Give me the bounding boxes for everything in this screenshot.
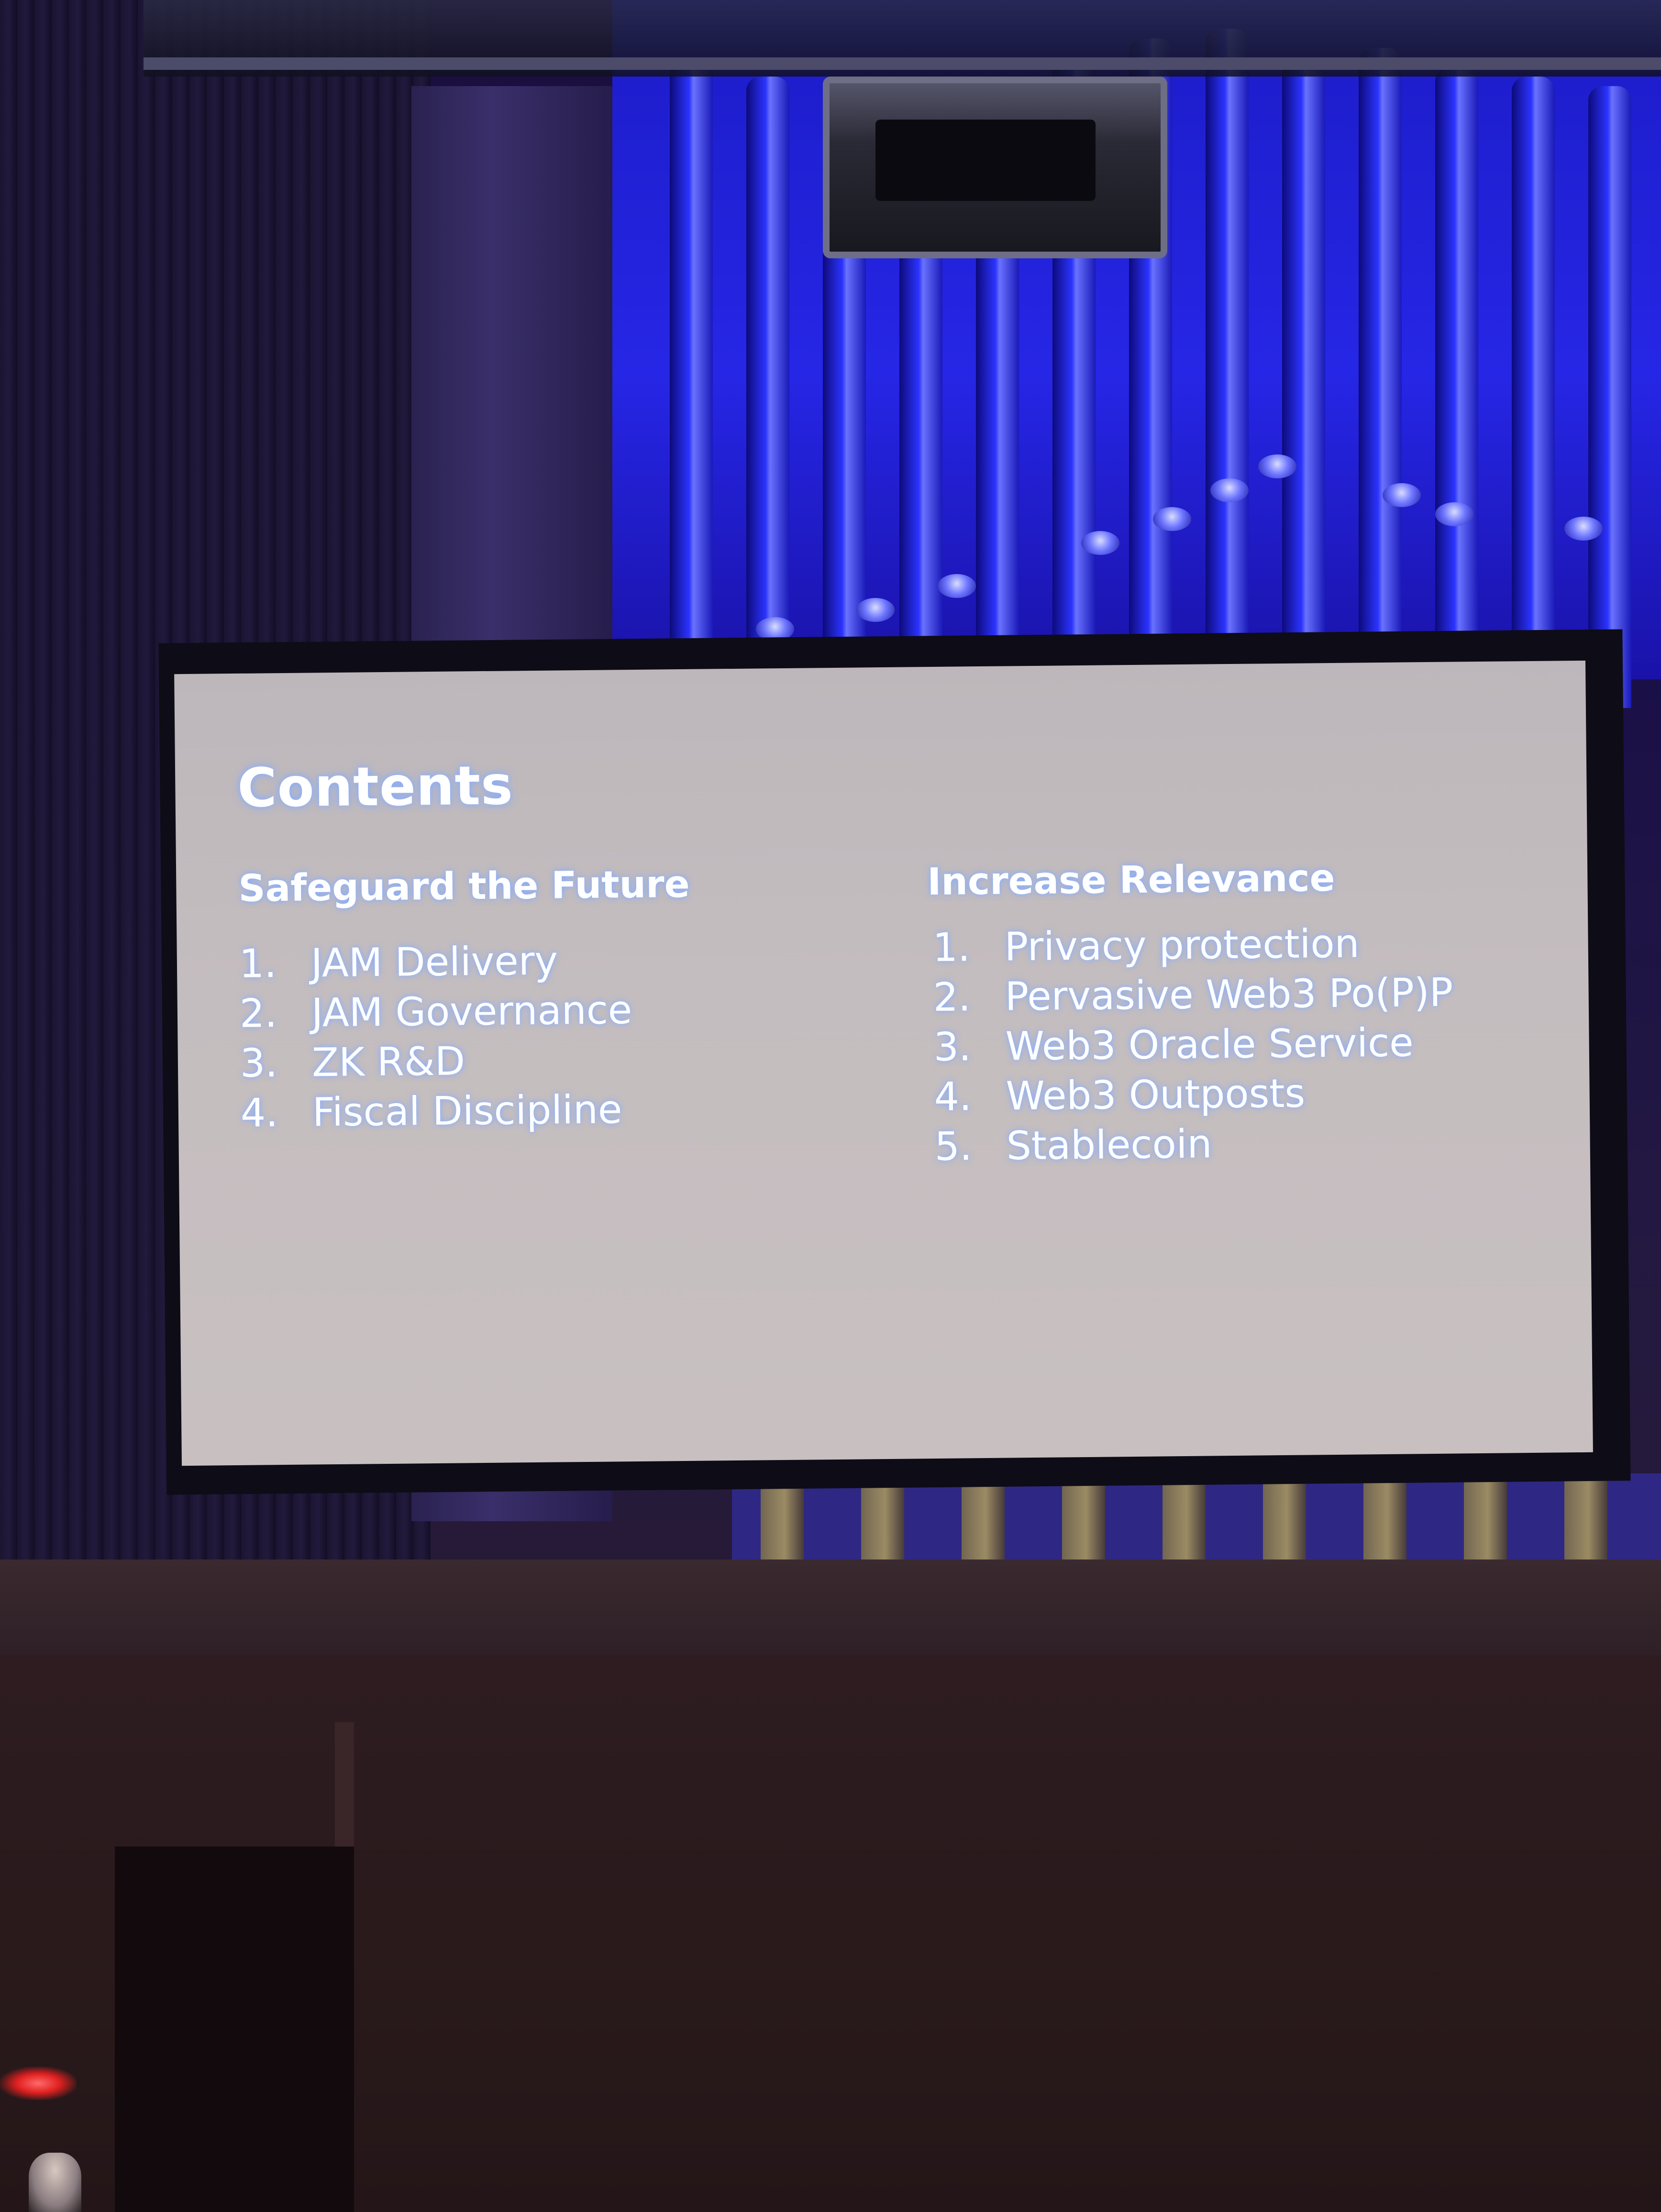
projector-lens (875, 120, 1096, 201)
list-item: 3. ZK R&D (240, 1037, 632, 1091)
pipe-light (856, 598, 895, 622)
item-label: Fiscal Discipline (312, 1087, 622, 1136)
item-label: Web3 Oracle Service (1005, 1020, 1414, 1070)
pipe-light (1210, 478, 1249, 502)
safeguard-list: 1. JAM Delivery 2. JAM Governance 3. ZK … (239, 938, 633, 1140)
pipe-light (1383, 483, 1421, 507)
conference-stage-scene: Contents Safeguard the Future 1. JAM Del… (0, 0, 1661, 2212)
item-label: Web3 Outposts (1006, 1071, 1306, 1119)
organ-pipe (1282, 57, 1325, 679)
column-heading-relevance: Increase Relevance (927, 856, 1335, 904)
exit-light (0, 2067, 77, 2100)
item-label: Privacy protection (1004, 921, 1360, 970)
list-item: 1. Privacy protection (932, 920, 1453, 975)
organ-pipe (1206, 29, 1249, 651)
relevance-list: 1. Privacy protection 2. Pervasive Web3 … (932, 920, 1455, 1174)
list-item: 2. JAM Governance (239, 987, 632, 1041)
doorway (115, 1847, 354, 2212)
item-number: 2. (239, 991, 277, 1037)
balcony-ledge (0, 1559, 1661, 1655)
organ-pipe (670, 57, 713, 679)
truss-bar (144, 57, 1661, 70)
organ-pipe (1512, 77, 1555, 698)
item-label: ZK R&D (311, 1039, 465, 1086)
item-number: 4. (934, 1074, 972, 1120)
item-label: Stablecoin (1006, 1121, 1212, 1169)
list-item: 4. Fiscal Discipline (240, 1087, 633, 1140)
item-number: 4. (240, 1090, 278, 1136)
item-label: JAM Delivery (310, 938, 558, 986)
column-heading-safeguard: Safeguard the Future (238, 863, 690, 910)
item-number: 2. (933, 974, 971, 1020)
list-item: 5. Stablecoin (934, 1119, 1455, 1174)
pipe-light (1153, 507, 1191, 531)
list-item: 4. Web3 Outposts (934, 1070, 1454, 1124)
item-label: Pervasive Web3 Po(P)P (1005, 970, 1453, 1020)
organ-pipe (746, 77, 789, 698)
audience-person (29, 2153, 81, 2212)
pipe-light (1435, 502, 1473, 526)
organ-pipe (1435, 67, 1478, 689)
pipe-light (938, 574, 976, 598)
item-label: JAM Governance (311, 987, 632, 1036)
item-number: 3. (933, 1024, 972, 1070)
organ-pipe (1588, 86, 1631, 708)
slide-title: Contents (237, 754, 514, 819)
projection-screen: Contents Safeguard the Future 1. JAM Del… (174, 660, 1593, 1466)
list-item: 2. Pervasive Web3 Po(P)P (933, 970, 1453, 1025)
pipe-light (1564, 517, 1603, 541)
list-item: 1. JAM Delivery (239, 938, 631, 991)
item-number: 5. (934, 1124, 973, 1170)
item-number: 1. (932, 925, 971, 971)
item-number: 3. (240, 1040, 278, 1086)
list-item: 3. Web3 Oracle Service (933, 1020, 1454, 1074)
item-number: 1. (239, 941, 277, 987)
pipe-light (1258, 454, 1296, 478)
organ-pipe (1359, 48, 1402, 670)
pipe-light (1081, 531, 1119, 555)
